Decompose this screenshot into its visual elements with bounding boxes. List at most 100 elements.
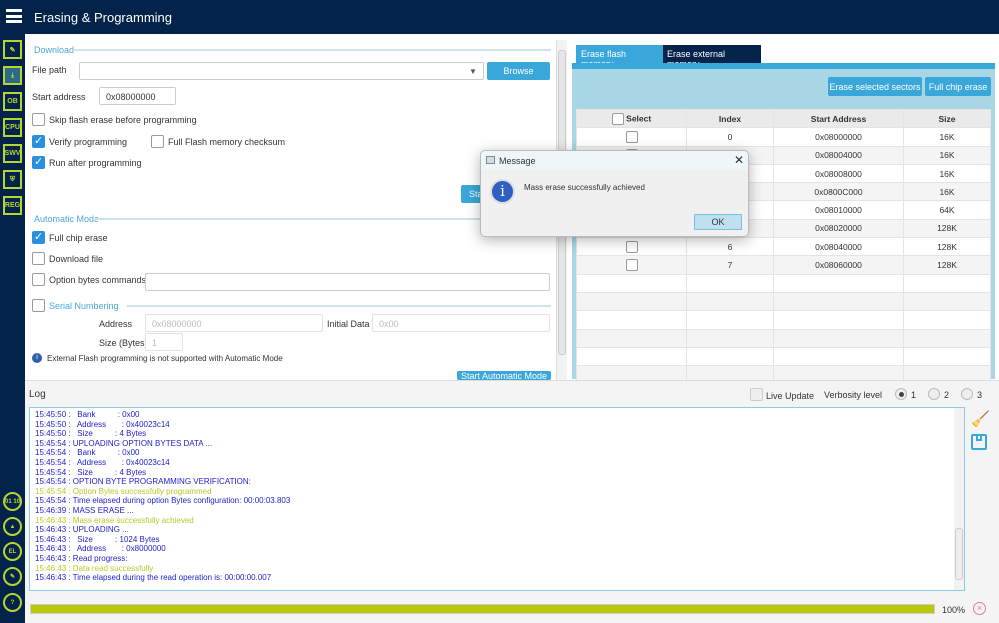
- close-icon[interactable]: ✕: [734, 153, 744, 167]
- serial-address-input[interactable]: 0x08000000: [145, 314, 323, 332]
- file-path-input[interactable]: [79, 62, 484, 80]
- app-header: Erasing & Programming: [0, 0, 999, 34]
- verbosity-radio-3[interactable]: [961, 388, 973, 400]
- row-checkbox[interactable]: [625, 130, 638, 143]
- row-select[interactable]: [576, 237, 687, 257]
- log-line: 15:45:50 : Address : 0x40023c14: [35, 419, 170, 429]
- row-address: 0x08008000: [773, 163, 904, 184]
- verbosity-radio-2[interactable]: [928, 388, 940, 400]
- row-size: 16K: [903, 127, 991, 147]
- size-input[interactable]: 1: [145, 333, 183, 351]
- dialog-title: Message: [499, 156, 536, 166]
- sidebar-security-icon[interactable]: ⛨: [3, 170, 22, 189]
- divider: [127, 305, 551, 307]
- row-address: 0x08000000: [773, 127, 904, 147]
- initial-data-input[interactable]: 0x00: [372, 314, 550, 332]
- browse-button[interactable]: Browse: [487, 62, 550, 80]
- row-address: 0x08010000: [773, 200, 904, 220]
- row-address: 0x08004000: [773, 145, 904, 165]
- start-automatic-button[interactable]: Start Automatic Mode: [457, 371, 551, 380]
- column-select: Select: [576, 108, 687, 129]
- run-after-checkbox[interactable]: [32, 155, 45, 169]
- sidebar-registers-icon[interactable]: REG: [3, 196, 22, 215]
- option-bytes-input[interactable]: [145, 273, 550, 291]
- log-line: 15:45:54 : Address : 0x40023c14: [35, 457, 170, 467]
- table-row[interactable]: 0 0x08000000 16K: [576, 127, 991, 147]
- verbosity-radio-1[interactable]: [895, 388, 907, 400]
- sidebar-edit-icon[interactable]: ✎: [3, 40, 22, 59]
- row-select[interactable]: [576, 127, 687, 147]
- live-update-checkbox[interactable]: [750, 388, 763, 401]
- sidebar-download-icon[interactable]: ⤓: [3, 66, 22, 85]
- skip-erase-checkbox[interactable]: [32, 113, 45, 126]
- sidebar-help-icon[interactable]: ?: [3, 593, 22, 612]
- verbosity-1-label: 1: [911, 390, 917, 400]
- chevron-down-icon[interactable]: ▼: [469, 67, 477, 76]
- verify-checkbox[interactable]: [32, 134, 45, 148]
- full-chip-erase-button[interactable]: Full chip erase: [925, 77, 991, 96]
- erase-selected-button[interactable]: Erase selected sectors: [828, 77, 922, 96]
- row-address: 0x0800C000: [773, 182, 904, 202]
- log-line: 15:46:43 : Size : 1024 Bytes: [35, 534, 160, 544]
- row-address: 0x08020000: [773, 218, 904, 239]
- log-line: 15:46:43 : Mass erase successfully achie…: [35, 515, 194, 525]
- download-file-label: Download file: [49, 254, 104, 264]
- sidebar-cpu-icon[interactable]: CPU: [3, 118, 22, 137]
- download-section-title: Download: [34, 45, 75, 55]
- cancel-icon[interactable]: ×: [973, 602, 986, 615]
- save-log-icon[interactable]: [971, 434, 987, 450]
- clear-log-broom-icon[interactable]: 🧹: [971, 410, 990, 428]
- info-text: External Flash programming is not suppor…: [47, 354, 283, 363]
- initial-data-label: Initial Data: [327, 319, 370, 329]
- sidebar-android-icon[interactable]: ▲: [3, 517, 22, 536]
- row-size: 128K: [903, 218, 991, 239]
- start-address-input[interactable]: 0x08000000: [99, 87, 176, 105]
- tab-erase-external[interactable]: Erase external memory: [663, 45, 761, 69]
- row-index: 7: [686, 255, 774, 275]
- table-row[interactable]: 7 0x08060000 128K: [576, 255, 991, 275]
- column-size: Size: [903, 108, 991, 129]
- row-size: 128K: [903, 255, 991, 275]
- live-update-label: Live Update: [766, 391, 815, 401]
- log-scrollbar-thumb[interactable]: [955, 528, 963, 580]
- sidebar-swv-icon[interactable]: SWV: [3, 144, 22, 163]
- tab-erase-flash[interactable]: Erase flash memory: [576, 45, 663, 69]
- empty-row: [576, 273, 991, 293]
- log-panel: Log Live Update Verbosity level 1 2 3 15…: [25, 380, 999, 623]
- sidebar-option-bytes-icon[interactable]: OB: [3, 92, 22, 111]
- row-checkbox[interactable]: [625, 259, 638, 272]
- log-scrollbar[interactable]: [954, 408, 964, 590]
- row-address: 0x08040000: [773, 237, 904, 257]
- verify-label: Verify programming: [49, 137, 128, 147]
- progress-fill: [31, 605, 934, 613]
- full-chip-erase-checkbox[interactable]: [32, 230, 45, 244]
- log-line: 15:45:54 : Bank : 0x00: [35, 448, 140, 458]
- row-select[interactable]: [576, 255, 687, 275]
- checksum-label: Full Flash memory checksum: [168, 137, 286, 147]
- log-line: 15:46:43 : Read progress:: [35, 553, 128, 563]
- hamburger-menu-icon[interactable]: [6, 9, 22, 23]
- verbosity-2-label: 2: [944, 390, 950, 400]
- serial-numbering-title: Serial Numbering: [49, 301, 119, 311]
- log-line: 15:45:54 : OPTION BYTE PROGRAMMING VERIF…: [35, 477, 251, 487]
- ok-button[interactable]: OK: [694, 214, 742, 230]
- checksum-checkbox[interactable]: [151, 135, 164, 148]
- progress-bar: [30, 604, 935, 614]
- log-output[interactable]: 15:45:50 : Bank : 0x00 15:45:50 : Address…: [29, 407, 965, 591]
- option-bytes-checkbox[interactable]: [32, 273, 45, 286]
- serial-numbering-checkbox[interactable]: [32, 299, 45, 312]
- sidebar-binary-icon[interactable]: 01 10: [3, 492, 22, 511]
- row-checkbox[interactable]: [625, 240, 638, 253]
- verbosity-3-label: 3: [977, 390, 983, 400]
- table-row[interactable]: 6 0x08040000 128K: [576, 237, 991, 257]
- message-dialog: Message ✕ i Mass erase successfully achi…: [480, 150, 749, 237]
- row-size: 64K: [903, 200, 991, 220]
- sidebar-external-loader-icon[interactable]: EL: [3, 542, 22, 561]
- row-index: 0: [686, 127, 774, 147]
- download-file-checkbox[interactable]: [32, 252, 45, 265]
- column-start-address: Start Address: [773, 108, 904, 129]
- log-line: 15:45:54 : UPLOADING OPTION BYTES DATA .…: [35, 438, 213, 448]
- select-all-checkbox[interactable]: [611, 112, 624, 125]
- sidebar-tools-icon[interactable]: ✎: [3, 567, 22, 586]
- column-header: Select: [626, 112, 652, 123]
